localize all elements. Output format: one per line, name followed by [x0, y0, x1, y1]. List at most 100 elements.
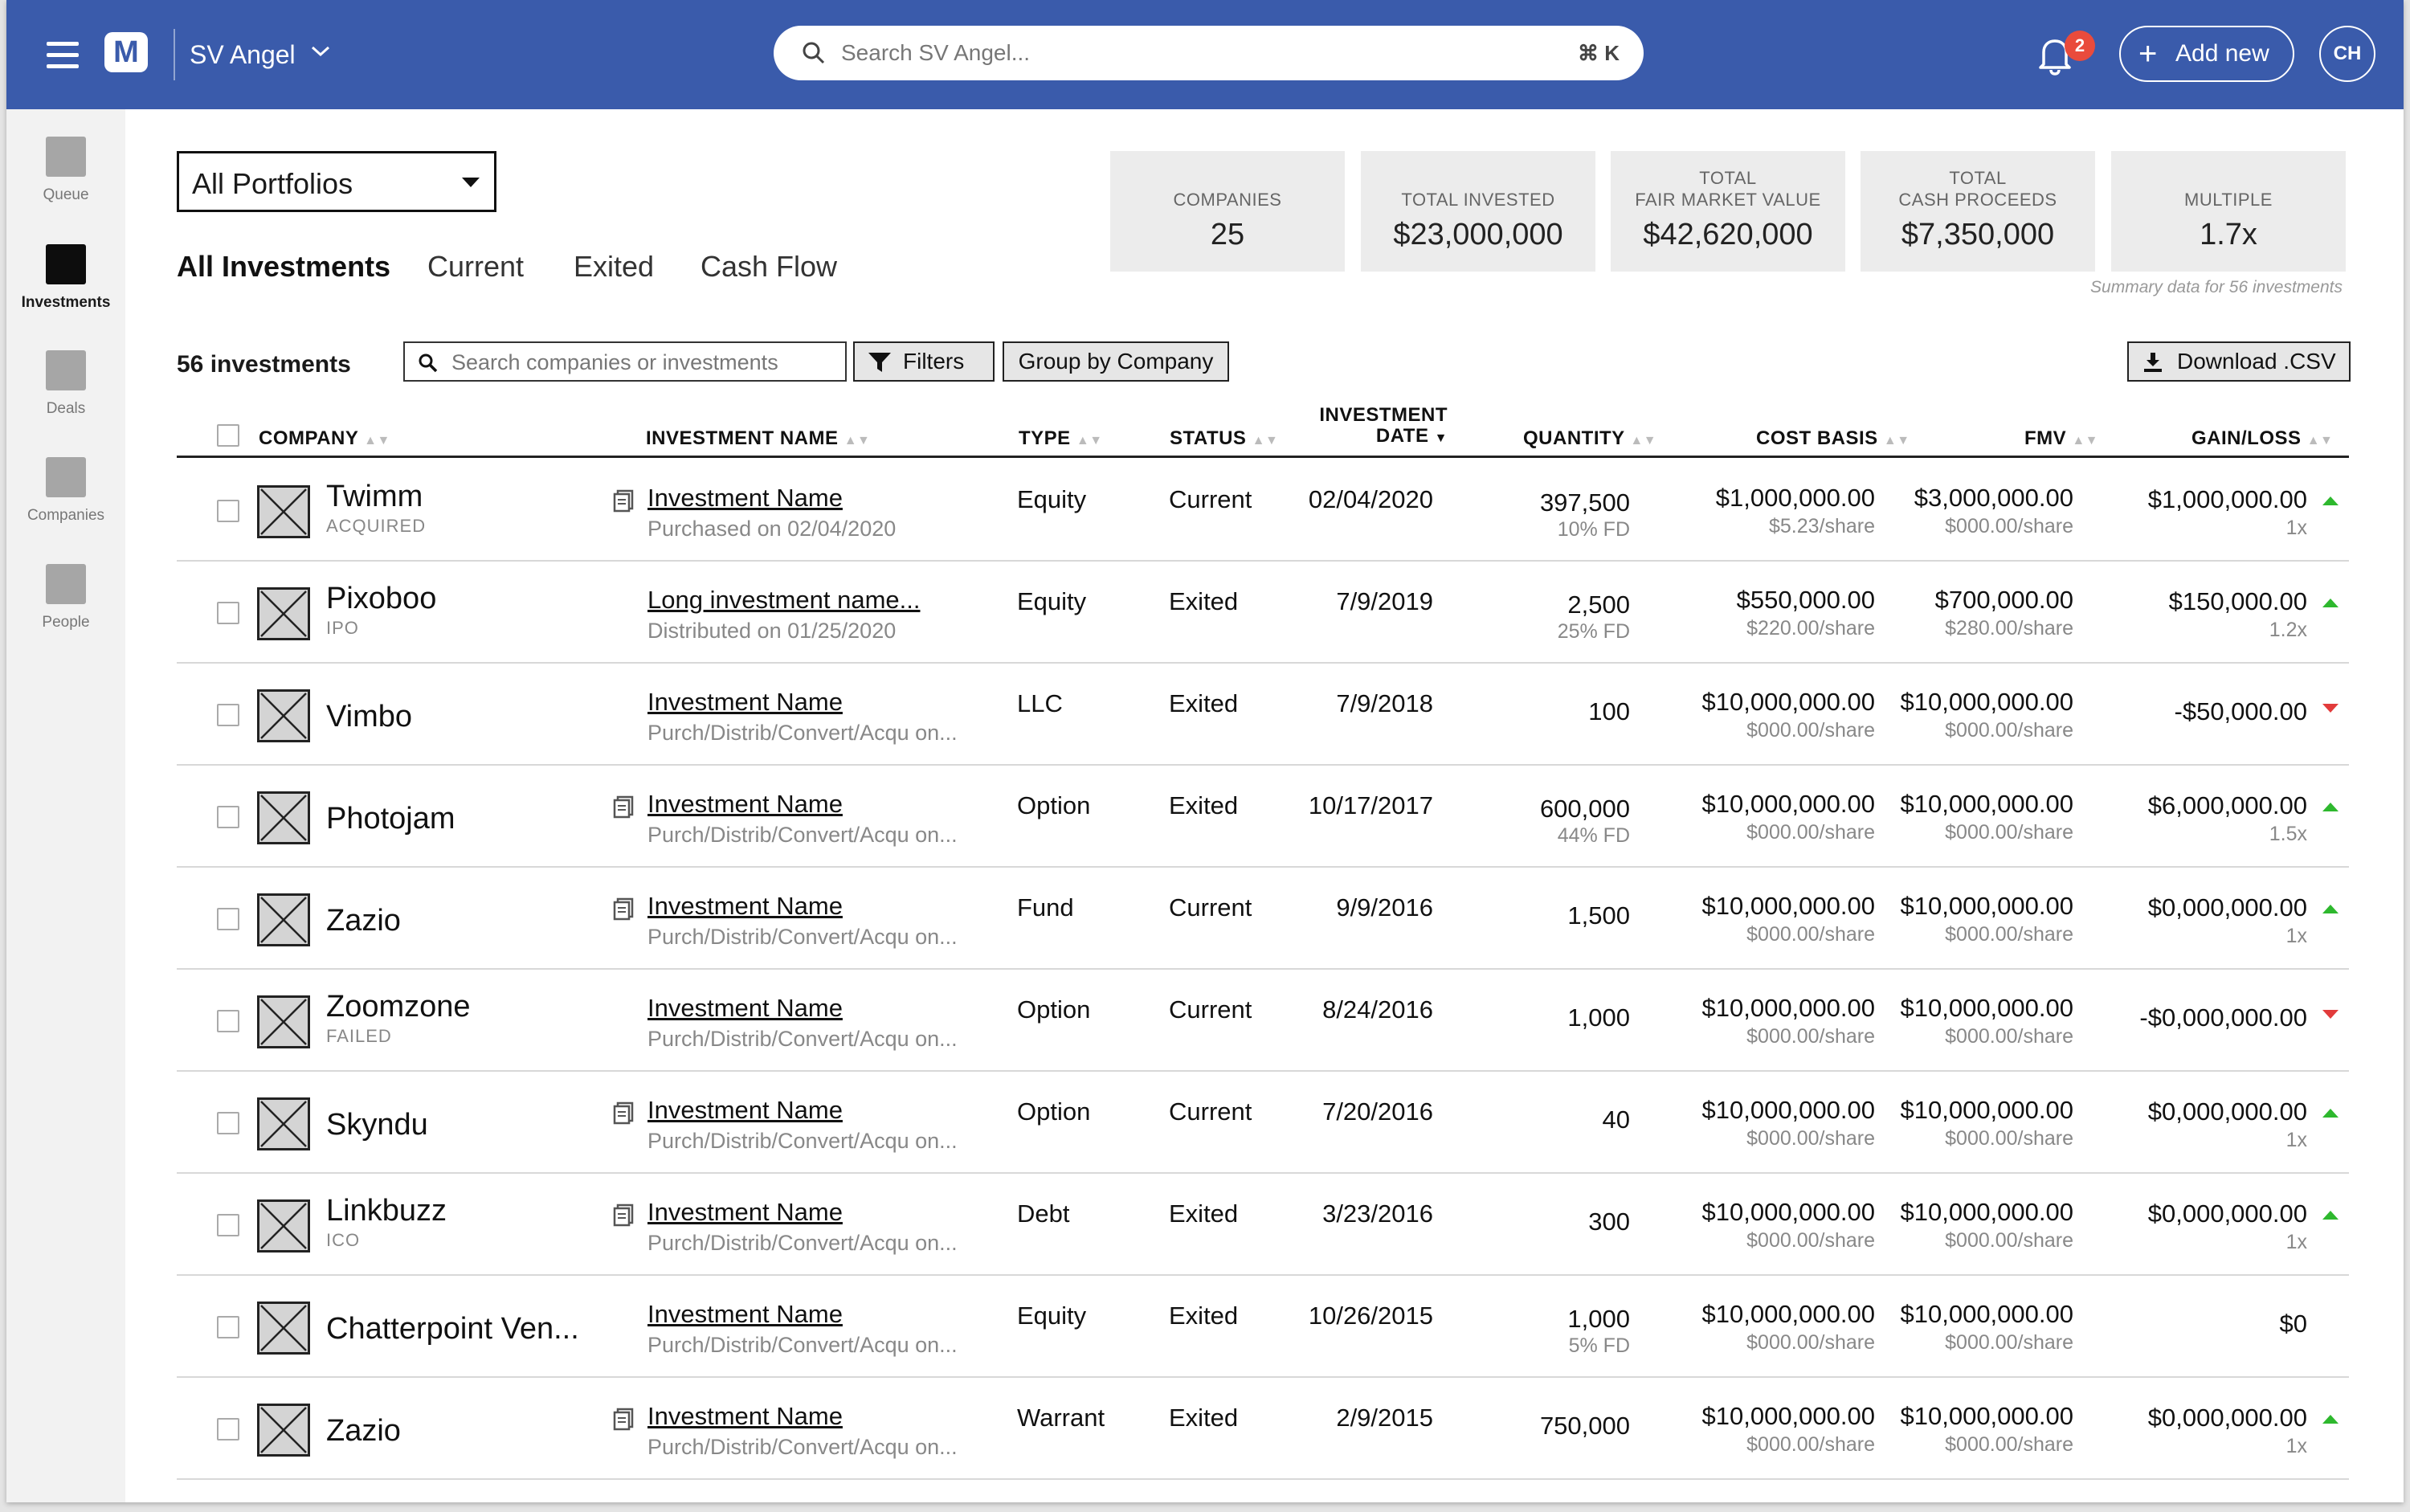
company-logo-placeholder [257, 893, 310, 946]
sidebar-item-people[interactable]: People [6, 564, 125, 631]
top-bar: M SV Angel Search SV Angel... ⌘ K 2 + Ad… [6, 0, 2404, 109]
company-name[interactable]: Photojam [326, 801, 455, 836]
table-row[interactable]: Linkbuzz ICO Investment Name Purch/Distrib/… [177, 1174, 2349, 1276]
document-icon[interactable] [612, 488, 636, 513]
document-icon[interactable] [612, 1101, 636, 1125]
company-name[interactable]: Zazio [326, 1413, 401, 1449]
investment-transaction-note: Purch/Distrib/Convert/Acqu on... [647, 925, 958, 949]
company-name[interactable]: Zazio [326, 903, 401, 938]
company-name[interactable]: Zoomzone [326, 989, 471, 1024]
table-row[interactable]: Vimbo Investment Name Purch/Distrib/Conver… [177, 664, 2349, 766]
sidebar-item-label: People [42, 614, 90, 631]
company-logo-placeholder [257, 1097, 310, 1150]
group-by-company-button[interactable]: Group by Company [1003, 341, 1229, 382]
tab-all-investments[interactable]: All Investments [177, 247, 390, 286]
column-header-company[interactable]: COMPANY ▲▼ [259, 428, 390, 452]
company-name[interactable]: Vimbo [326, 699, 412, 734]
table-row[interactable]: Zazio Investment Name Purch/Distrib/Conver… [177, 868, 2349, 970]
stat-card-cash-proceeds: TOTAL CASH PROCEEDS $7,350,000 [1861, 151, 2095, 272]
row-checkbox[interactable] [217, 1418, 239, 1440]
quantity-value: 2,500 [1567, 590, 1630, 619]
row-checkbox[interactable] [217, 704, 239, 726]
user-avatar[interactable]: CH [2319, 26, 2375, 82]
tab-cash-flow[interactable]: Cash Flow [701, 247, 837, 286]
investment-name-link[interactable]: Investment Name [647, 1300, 843, 1329]
cost-per-share: $000.00/share [1746, 1331, 1875, 1354]
chevron-down-icon[interactable] [310, 45, 331, 58]
table-row[interactable]: Skyndu Investment Name Purch/Distrib/Conve… [177, 1072, 2349, 1174]
investment-date: 8/24/2016 [1322, 995, 1433, 1024]
row-checkbox[interactable] [217, 500, 239, 522]
investment-status: Current [1169, 995, 1252, 1024]
column-header-type[interactable]: TYPE ▲▼ [1019, 428, 1103, 452]
investment-type: Option [1017, 995, 1091, 1024]
table-row[interactable]: Twimm ACQUIRED Investment Name Purchased on… [177, 460, 2349, 562]
column-header-investment-date[interactable]: INVESTMENT DATE ▼ [1303, 405, 1448, 449]
table-row[interactable]: Zoomzone FAILED Investment Name Purch/Distr… [177, 970, 2349, 1072]
document-icon[interactable] [612, 897, 636, 921]
tab-exited[interactable]: Exited [574, 247, 654, 286]
gain-loss-value: $0,000,000.00 [2147, 1404, 2307, 1432]
investment-name-link[interactable]: Investment Name [647, 892, 843, 921]
column-label: QUANTITY [1523, 427, 1625, 449]
table-search-input[interactable]: Search companies or investments [403, 341, 847, 382]
sidebar-item-investments[interactable]: Investments [6, 244, 125, 312]
column-header-quantity[interactable]: QUANTITY ▲▼ [1523, 428, 1656, 452]
sidebar-item-queue[interactable]: Queue [6, 137, 125, 204]
hamburger-menu-icon[interactable] [47, 42, 79, 69]
tab-current[interactable]: Current [427, 247, 524, 286]
investment-name-link[interactable]: Investment Name [647, 994, 843, 1023]
investment-name-link[interactable]: Investment Name [647, 688, 843, 717]
quantity-value: 1,000 [1567, 1003, 1630, 1032]
column-header-investment-name[interactable]: INVESTMENT NAME ▲▼ [646, 428, 870, 452]
sidebar-item-deals[interactable]: Deals [6, 350, 125, 418]
row-checkbox[interactable] [217, 602, 239, 624]
column-header-gain-loss[interactable]: GAIN/LOSS ▲▼ [2191, 428, 2333, 452]
row-checkbox[interactable] [217, 1214, 239, 1236]
cost-per-share: $000.00/share [1746, 1229, 1875, 1252]
investment-name-link[interactable]: Investment Name [647, 1198, 843, 1227]
investment-name-link[interactable]: Investment Name [647, 484, 843, 513]
company-name[interactable]: Twimm [326, 479, 423, 514]
table-row[interactable]: Photojam Investment Name Purch/Distrib/Con… [177, 766, 2349, 868]
company-name[interactable]: Skyndu [326, 1107, 428, 1142]
app-logo[interactable]: M [104, 32, 148, 72]
column-header-cost-basis[interactable]: COST BASIS ▲▼ [1756, 428, 1910, 452]
investment-name-link[interactable]: Long investment name... [647, 586, 920, 615]
cost-per-share: $000.00/share [1746, 1025, 1875, 1048]
row-checkbox[interactable] [217, 1112, 239, 1134]
column-header-status[interactable]: STATUS ▲▼ [1170, 428, 1278, 452]
org-switcher[interactable]: SV Angel [190, 35, 296, 74]
row-checkbox[interactable] [217, 1316, 239, 1338]
gain-loss-value: $150,000.00 [2168, 587, 2307, 615]
investment-transaction-note: Purch/Distrib/Convert/Acqu on... [647, 1435, 958, 1459]
investment-name-link[interactable]: Investment Name [647, 790, 843, 819]
portfolio-select[interactable]: All Portfolios [177, 151, 496, 212]
image-placeholder-icon [260, 1203, 307, 1249]
add-new-button[interactable]: + Add new [2119, 26, 2294, 82]
filters-button[interactable]: Filters [853, 341, 995, 382]
image-placeholder-icon [260, 590, 307, 637]
row-checkbox[interactable] [217, 806, 239, 828]
table-row[interactable]: Zazio Investment Name Purch/Distrib/Conver… [177, 1378, 2349, 1480]
document-icon[interactable] [612, 1203, 636, 1227]
investment-name-link[interactable]: Investment Name [647, 1402, 843, 1431]
sidebar-item-companies[interactable]: Companies [6, 457, 125, 525]
investment-name-link[interactable]: Investment Name [647, 1096, 843, 1125]
select-all-checkbox[interactable] [217, 424, 239, 447]
investment-transaction-note: Purch/Distrib/Convert/Acqu on... [647, 1231, 958, 1255]
download-csv-button[interactable]: Download .CSV [2127, 341, 2351, 382]
company-name[interactable]: Chatterpoint Ven... [326, 1311, 579, 1346]
fmv-value: $10,000,000.00 [1900, 1096, 2074, 1124]
document-icon[interactable] [612, 795, 636, 819]
column-header-fmv[interactable]: FMV ▲▼ [2024, 428, 2098, 452]
sidebar: Queue Investments Deals Companies People [6, 109, 125, 1502]
table-row[interactable]: Chatterpoint Ven... Investment Name Purch/… [177, 1276, 2349, 1378]
table-row[interactable]: Pixoboo IPO Long investment name... Distrib… [177, 562, 2349, 664]
document-icon[interactable] [612, 1407, 636, 1431]
company-name[interactable]: Pixoboo [326, 581, 436, 616]
row-checkbox[interactable] [217, 908, 239, 930]
global-search-input[interactable]: Search SV Angel... ⌘ K [774, 26, 1644, 80]
company-name[interactable]: Linkbuzz [326, 1193, 447, 1228]
row-checkbox[interactable] [217, 1010, 239, 1032]
